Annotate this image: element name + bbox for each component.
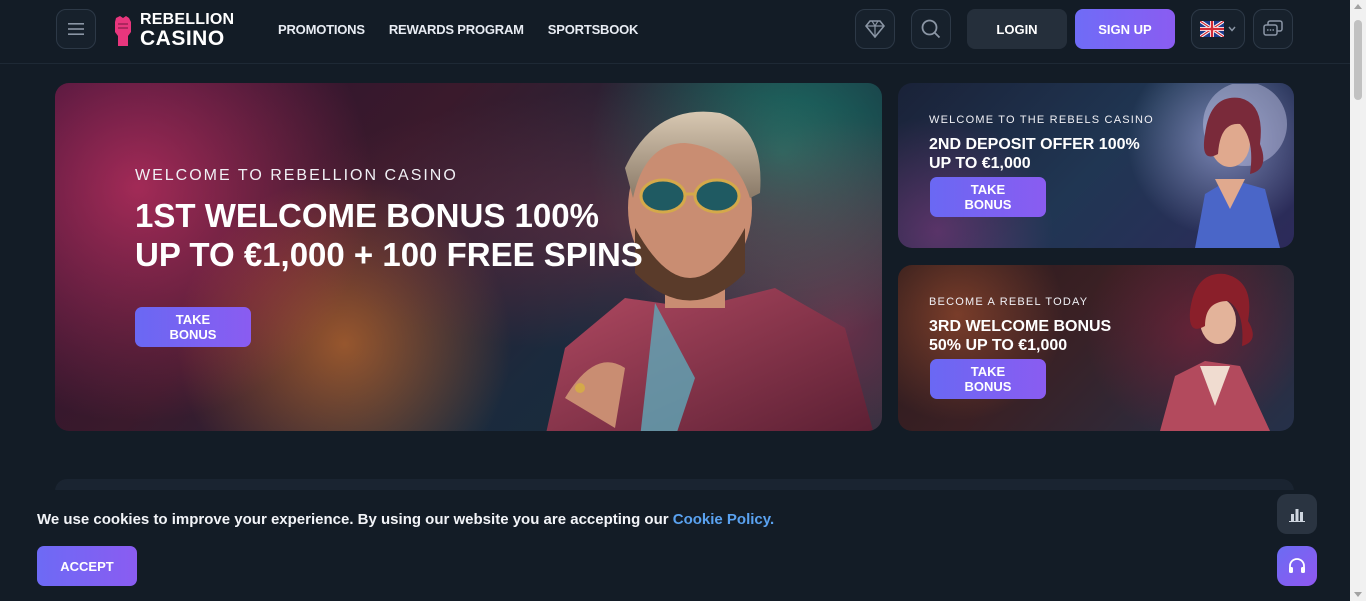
login-button[interactable]: LOGIN — [967, 9, 1067, 49]
chat-button[interactable] — [1253, 9, 1293, 49]
cookie-policy-link[interactable]: Cookie Policy. — [673, 511, 774, 528]
accept-cookies-button[interactable]: ACCEPT — [37, 546, 137, 586]
logo-line1: REBELLION — [140, 11, 235, 28]
search-icon — [921, 19, 941, 39]
bar-chart-icon — [1289, 509, 1305, 522]
chevron-down-icon — [1228, 26, 1236, 32]
side1-illustration — [1195, 84, 1287, 248]
cookie-text: We use cookies to improve your experienc… — [37, 511, 774, 528]
signup-button[interactable]: SIGN UP — [1075, 9, 1175, 49]
menu-button[interactable] — [56, 9, 96, 49]
chat-icon — [1263, 20, 1283, 36]
main-nav: PROMOTIONS REWARDS PROGRAM SPORTSBOOK — [278, 22, 638, 37]
side2-kicker: BECOME A REBEL TODAY — [929, 296, 1089, 308]
side1-kicker: WELCOME TO THE REBELS CASINO — [929, 114, 1154, 126]
cookie-banner: We use cookies to improve your experienc… — [0, 490, 1350, 601]
side2-title: 3RD WELCOME BONUS 50% UP TO €1,000 — [929, 317, 1111, 355]
page-scrollbar[interactable] — [1350, 0, 1366, 601]
language-selector[interactable] — [1191, 9, 1245, 49]
fist-icon — [115, 15, 131, 46]
headset-icon — [1289, 558, 1305, 573]
side2-illustration — [1160, 273, 1270, 431]
search-button[interactable] — [911, 9, 951, 49]
side1-title: 2ND DEPOSIT OFFER 100% UP TO €1,000 — [929, 135, 1140, 173]
side2-title-line2: 50% UP TO €1,000 — [929, 337, 1068, 355]
site-header: REBELLION CASINO PROMOTIONS REWARDS PROG… — [0, 0, 1350, 60]
cookie-message: We use cookies to improve your experienc… — [37, 511, 669, 528]
scroll-down-arrow-icon[interactable] — [1354, 592, 1362, 597]
side1-title-line2: UP TO €1,000 — [929, 155, 1031, 173]
side2-take-bonus-button[interactable]: TAKE BONUS — [930, 359, 1046, 399]
menu-icon — [68, 23, 84, 35]
header-divider — [0, 63, 1350, 64]
support-button[interactable] — [1277, 546, 1317, 586]
stats-button[interactable] — [1277, 494, 1317, 534]
gem-icon — [865, 20, 885, 38]
main-promo-banner[interactable]: WELCOME TO REBELLION CASINO 1ST WELCOME … — [55, 83, 882, 431]
nav-rewards-program[interactable]: REWARDS PROGRAM — [389, 22, 524, 37]
logo[interactable]: REBELLION CASINO — [112, 12, 234, 49]
scrollbar-thumb[interactable] — [1354, 20, 1362, 100]
scroll-up-arrow-icon[interactable] — [1354, 4, 1362, 9]
main-banner-kicker: WELCOME TO REBELLION CASINO — [135, 167, 458, 184]
vip-button[interactable] — [855, 9, 895, 49]
main-banner-title: 1ST WELCOME BONUS 100% UP TO €1,000 + 10… — [135, 197, 643, 275]
main-take-bonus-button[interactable]: TAKE BONUS — [135, 307, 251, 347]
nav-promotions[interactable]: PROMOTIONS — [278, 22, 365, 37]
side1-take-bonus-button[interactable]: TAKE BONUS — [930, 177, 1046, 217]
main-banner-title-line1: 1ST WELCOME BONUS 100% — [135, 197, 599, 234]
logo-line2: CASINO — [140, 27, 225, 50]
uk-flag-icon — [1200, 21, 1224, 37]
main-banner-title-line2: UP TO €1,000 + 100 FREE SPINS — [135, 235, 643, 273]
nav-sportsbook[interactable]: SPORTSBOOK — [548, 22, 639, 37]
side1-title-line1: 2ND DEPOSIT OFFER 100% — [929, 136, 1140, 153]
side2-title-line1: 3RD WELCOME BONUS — [929, 318, 1112, 335]
